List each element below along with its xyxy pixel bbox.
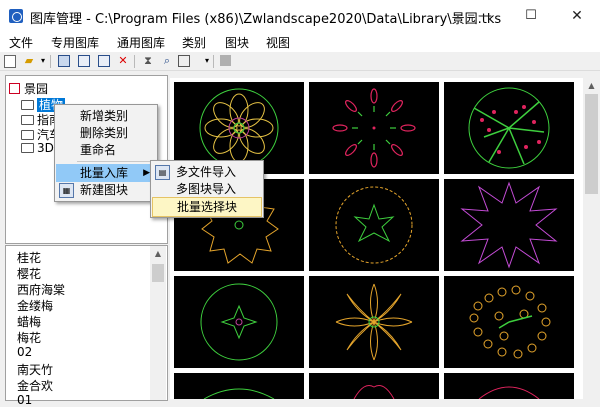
folder-icon (21, 143, 34, 153)
toolbar-separator (213, 55, 214, 68)
list-item[interactable]: 02 (17, 345, 32, 359)
menu-item-batch-import[interactable]: 批量入库 ▶ (56, 164, 156, 182)
close-button[interactable]: ✕ (554, 0, 600, 32)
thumbnail-5[interactable] (309, 179, 439, 271)
menu-bar: 文件 专用图库 通用图库 类别 图块 视图 (0, 32, 600, 52)
menu-view[interactable]: 视图 (266, 34, 290, 51)
folder-icon (21, 130, 34, 140)
list-item[interactable]: 桂花 (17, 249, 41, 266)
delete-icon[interactable]: ✕ (116, 54, 130, 68)
import-files-icon: ▤ (155, 165, 170, 180)
thumbnail-11[interactable] (309, 373, 439, 399)
batch-import-submenu: ▤ 多文件导入 多图块导入 批量选择块 (150, 160, 264, 218)
list-item[interactable]: 西府海棠 (17, 281, 65, 298)
hourglass-icon[interactable]: ⧗ (141, 54, 155, 68)
library-icon (9, 83, 20, 94)
tree-root[interactable]: 景园 (9, 80, 48, 97)
scroll-thumb[interactable] (585, 94, 598, 194)
thumbnail-6[interactable] (444, 179, 574, 271)
context-menu: 新增类别 删除类别 重命名 批量入库 ▶ ▦ 新建图块 (54, 104, 158, 202)
dropdown-arrow-icon[interactable]: ▾ (36, 54, 50, 68)
folder-icon (21, 100, 34, 110)
new-icon[interactable] (4, 55, 16, 68)
folder-icon (21, 115, 34, 125)
window-title: 图库管理 - C:\Program Files (x86)\Zwlandscap… (30, 12, 502, 27)
menu-special-library[interactable]: 专用图库 (51, 34, 99, 51)
menu-category[interactable]: 类别 (182, 34, 206, 51)
list-scrollbar[interactable]: ▲ (150, 246, 166, 400)
menu-block[interactable]: 图块 (225, 34, 249, 51)
list-item[interactable]: 南天竹 (17, 361, 53, 378)
list-item[interactable]: 梅花 (17, 329, 41, 346)
tree-node-3d[interactable]: 3D (21, 141, 54, 155)
block-list: 桂花 樱花 西府海棠 金缕梅 蜡梅 梅花 02 南天竹 金合欢 01 ▲ (5, 245, 168, 407)
maximize-button[interactable]: ☐ (508, 0, 554, 32)
list-item[interactable]: 01 (17, 393, 32, 407)
toolbar: ▰ ▾ ✕ ⧗ ⌕ ▾ (0, 52, 600, 71)
thumbnail-3[interactable] (444, 82, 574, 174)
submenu-arrow-icon: ▶ (143, 168, 150, 178)
menu-separator (77, 161, 155, 162)
view-grid-icon[interactable] (178, 55, 190, 67)
paste-icon[interactable] (98, 55, 110, 67)
thumbnail-7[interactable] (174, 276, 304, 368)
menu-item-new-block[interactable]: ▦ 新建图块 (56, 181, 156, 199)
list-item[interactable]: 金缕梅 (17, 297, 53, 314)
menu-file[interactable]: 文件 (9, 34, 33, 51)
thumbnail-2[interactable] (309, 82, 439, 174)
menu-item-add-category[interactable]: 新增类别 (56, 107, 156, 125)
minimize-button[interactable]: — (462, 0, 508, 32)
menu-general-library[interactable]: 通用图库 (117, 34, 165, 51)
list-item[interactable]: 蜡梅 (17, 313, 41, 330)
thumbnail-10[interactable] (174, 373, 304, 399)
thumbnail-scrollbar[interactable]: ▲ (583, 78, 600, 399)
menu-item-rename[interactable]: 重命名 (56, 141, 156, 159)
copy-icon[interactable] (78, 55, 90, 67)
dropdown-arrow-icon[interactable]: ▾ (200, 54, 214, 68)
menu-item-batch-select[interactable]: 批量选择块 (152, 197, 262, 217)
save-icon[interactable] (58, 55, 70, 67)
app-icon (9, 9, 23, 23)
thumbnail-panel (170, 78, 583, 399)
thumbnail-12[interactable] (444, 373, 574, 399)
new-block-icon: ▦ (59, 183, 74, 198)
list-item[interactable]: 金合欢 (17, 377, 53, 394)
open-icon[interactable]: ▰ (22, 54, 36, 68)
toolbar-separator (134, 55, 135, 68)
stop-icon[interactable] (220, 55, 231, 66)
scroll-up-icon[interactable]: ▲ (583, 78, 600, 93)
toolbar-separator (50, 55, 51, 68)
list-item[interactable]: 樱花 (17, 265, 41, 282)
scroll-thumb[interactable] (152, 264, 164, 282)
thumbnail-9[interactable] (444, 276, 574, 368)
search-icon[interactable]: ⌕ (160, 54, 174, 68)
title-bar: 图库管理 - C:\Program Files (x86)\Zwlandscap… (0, 0, 600, 33)
thumbnail-8[interactable] (309, 276, 439, 368)
menu-item-import-blocks[interactable]: 多图块导入 (152, 180, 262, 198)
menu-item-import-files[interactable]: ▤ 多文件导入 (152, 163, 262, 181)
menu-item-delete-category[interactable]: 删除类别 (56, 124, 156, 142)
scroll-up-icon[interactable]: ▲ (150, 246, 166, 261)
